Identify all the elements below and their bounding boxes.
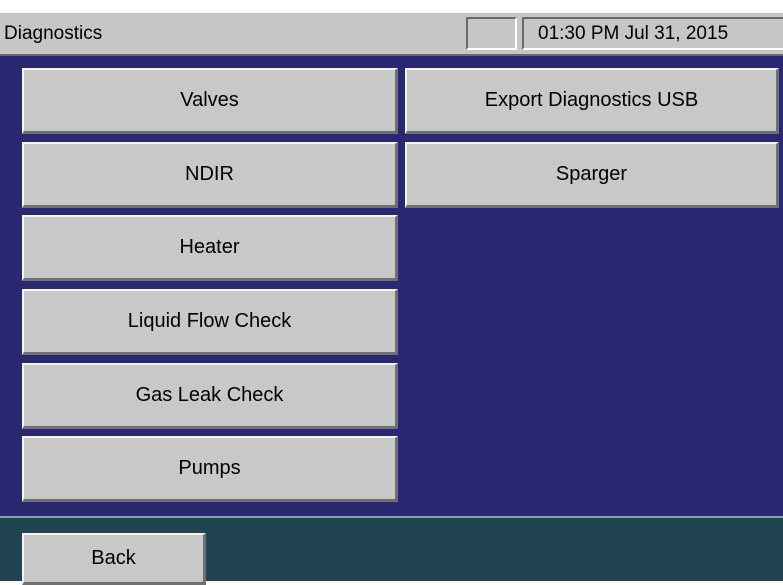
footer-bar: Back — [0, 516, 783, 585]
page-title: Diagnostics — [4, 23, 103, 44]
gas-leak-check-button[interactable]: Gas Leak Check — [22, 363, 398, 429]
pumps-button[interactable]: Pumps — [22, 436, 398, 502]
export-diagnostics-usb-button[interactable]: Export Diagnostics USB — [405, 68, 779, 134]
status-field — [466, 17, 517, 50]
ndir-button[interactable]: NDIR — [22, 142, 398, 208]
clock-text: 01:30 PM Jul 31, 2015 — [538, 23, 729, 44]
title-bar: Diagnostics 01:30 PM Jul 31, 2015 — [0, 11, 783, 56]
liquid-flow-check-button[interactable]: Liquid Flow Check — [22, 289, 398, 355]
diagnostics-screen: Diagnostics 01:30 PM Jul 31, 2015 Valves… — [0, 11, 783, 585]
sparger-button[interactable]: Sparger — [405, 142, 779, 208]
back-button[interactable]: Back — [22, 533, 206, 585]
heater-button[interactable]: Heater — [22, 215, 398, 281]
clock-field: 01:30 PM Jul 31, 2015 — [522, 17, 783, 50]
valves-button[interactable]: Valves — [22, 68, 398, 134]
